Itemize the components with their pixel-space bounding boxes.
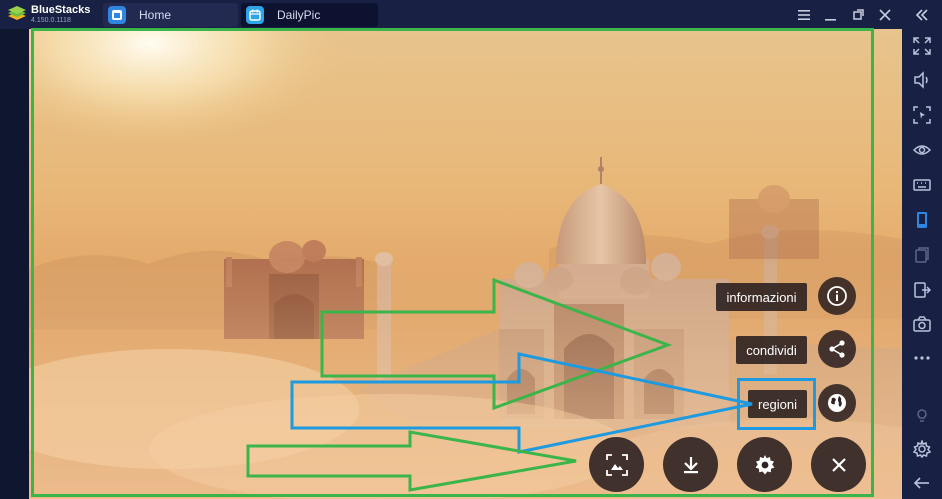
back-icon[interactable] xyxy=(912,473,932,493)
title-bar: BlueStacks 4.150.0.1118 Home DailyPic xyxy=(0,0,942,29)
copy-icon[interactable] xyxy=(912,245,932,265)
more-icon[interactable] xyxy=(912,348,932,368)
menu-icon[interactable] xyxy=(795,6,813,24)
regions-menu-item[interactable]: regioni xyxy=(748,390,807,418)
download-icon xyxy=(683,456,698,473)
side-toolbar xyxy=(902,29,942,499)
minimize-icon[interactable] xyxy=(822,6,840,24)
camera-icon[interactable] xyxy=(912,314,932,334)
collapse-icon[interactable] xyxy=(913,6,931,24)
regions-label: regioni xyxy=(757,396,798,412)
dailypic-app-icon xyxy=(246,6,264,24)
app-viewport xyxy=(29,29,902,499)
download-button[interactable] xyxy=(663,437,718,492)
bluestacks-logo-icon xyxy=(8,6,26,20)
app-brand: BlueStacks xyxy=(31,4,91,16)
info-icon xyxy=(827,286,847,306)
settings-icon[interactable] xyxy=(912,439,932,459)
info-label: informazioni xyxy=(726,289,797,305)
close-menu-button[interactable] xyxy=(811,437,866,492)
share-button[interactable] xyxy=(818,330,856,368)
restore-icon[interactable] xyxy=(850,6,868,24)
set-wallpaper-button[interactable] xyxy=(589,437,644,492)
info-button[interactable] xyxy=(818,277,856,315)
fullscreen-icon[interactable] xyxy=(912,36,932,56)
info-menu-item[interactable]: informazioni xyxy=(716,283,807,311)
tab-dailypic-label: DailyPic xyxy=(277,8,321,22)
gear-icon xyxy=(755,454,774,474)
screenshot-area-icon[interactable] xyxy=(912,105,932,125)
wallpaper-icon xyxy=(605,453,628,476)
tab-dailypic[interactable]: DailyPic xyxy=(241,3,378,27)
settings-button[interactable] xyxy=(737,437,792,492)
share-label: condividi xyxy=(746,342,797,358)
home-icon xyxy=(108,6,126,24)
bulb-icon[interactable] xyxy=(912,405,932,425)
close-icon xyxy=(831,457,846,472)
tab-home[interactable]: Home xyxy=(103,3,238,27)
app-version: 4.150.0.1118 xyxy=(31,17,71,24)
eye-icon[interactable] xyxy=(912,140,932,160)
phone-icon[interactable] xyxy=(912,210,932,230)
volume-icon[interactable] xyxy=(912,70,932,90)
tab-home-label: Home xyxy=(139,8,172,22)
share-menu-item[interactable]: condividi xyxy=(736,336,807,364)
regions-button[interactable] xyxy=(818,384,856,422)
close-icon[interactable] xyxy=(876,6,894,24)
globe-icon xyxy=(828,394,846,412)
keyboard-icon[interactable] xyxy=(912,175,932,195)
import-icon[interactable] xyxy=(912,280,932,300)
taj-mahal-photo xyxy=(29,29,902,499)
share-icon xyxy=(829,340,845,358)
